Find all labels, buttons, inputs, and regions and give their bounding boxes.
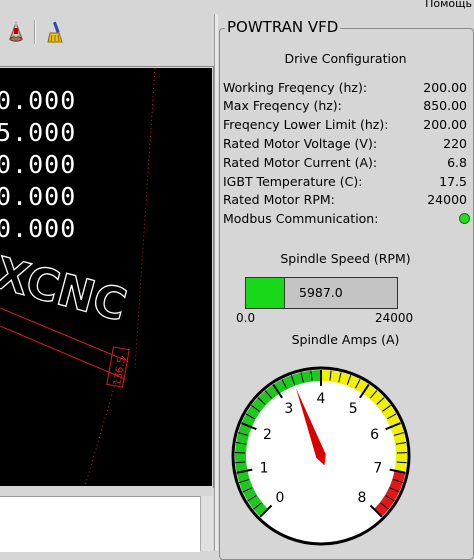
config-row-label: Working Freqency (hz): bbox=[223, 80, 367, 95]
toolbar-separator bbox=[34, 20, 36, 44]
gauge-tick-label: 8 bbox=[358, 490, 367, 506]
gauge-tick-label: 7 bbox=[373, 460, 382, 476]
panel-divider[interactable] bbox=[214, 14, 218, 551]
cone-view-icon[interactable] bbox=[2, 18, 30, 46]
config-row-label: Rated Motor RPM: bbox=[223, 192, 335, 207]
gauge-tick-label: 1 bbox=[260, 460, 269, 476]
config-row-label: Rated Motor Voltage (V): bbox=[223, 136, 377, 151]
spindle-speed-value: 5987.0 bbox=[299, 285, 343, 300]
config-row-label: Max Freqency (hz): bbox=[223, 98, 342, 113]
dimension-label: 136.5 bbox=[112, 356, 128, 386]
config-row-value: 220 bbox=[443, 136, 467, 151]
config-row-value: 6.8 bbox=[447, 155, 467, 170]
config-row-label: IGBT Temperature (C): bbox=[223, 174, 362, 189]
toolbar bbox=[0, 14, 213, 50]
gauge-tick-label: 6 bbox=[370, 427, 379, 443]
gauge-tick-label: 5 bbox=[349, 401, 358, 417]
spindle-speed-title: Spindle Speed (RPM) bbox=[219, 251, 472, 266]
config-row-label: Freqency Lower Limit (hz): bbox=[223, 117, 388, 132]
text-area[interactable] bbox=[0, 496, 200, 552]
spindle-speed-bar: 5987.0 bbox=[245, 277, 398, 309]
drive-config-title: Drive Configuration bbox=[219, 51, 472, 66]
modbus-label: Modbus Communication: bbox=[223, 211, 378, 226]
clear-plot-icon[interactable] bbox=[42, 18, 70, 46]
config-row-label: Rated Motor Current (A): bbox=[223, 155, 377, 170]
spindle-amps-title: Spindle Amps (A) bbox=[219, 332, 472, 347]
menu-help[interactable]: Помощь bbox=[425, 0, 472, 10]
gauge-tick-label: 4 bbox=[317, 391, 326, 407]
config-row-value: 200.00 bbox=[423, 80, 467, 95]
gauge-tick-label: 0 bbox=[276, 490, 285, 506]
toolpath-preview[interactable]: 0.000 5.000 0.000 0.000 0.000 136.5 XCNC bbox=[0, 68, 212, 486]
config-row-value: 24000 bbox=[427, 192, 467, 207]
config-row-value: 200.00 bbox=[423, 117, 467, 132]
logo-outline-text: XCNC bbox=[0, 248, 132, 332]
config-row-value: 17.5 bbox=[439, 174, 467, 189]
spindle-amps-gauge: 01 23 4 56 78 bbox=[229, 364, 413, 548]
spindle-speed-max: 24000 bbox=[375, 311, 413, 325]
menu-bar bbox=[0, 0, 474, 14]
pane-splitter[interactable] bbox=[0, 486, 213, 496]
modbus-status-led bbox=[459, 213, 470, 224]
gauge-tick-label: 3 bbox=[284, 401, 293, 417]
spindle-speed-min: 0.0 bbox=[236, 311, 255, 325]
toolpath-drawing: 136.5 XCNC bbox=[0, 68, 212, 486]
vfd-title: POWTRAN VFD bbox=[225, 18, 340, 36]
gauge-tick-label: 2 bbox=[263, 427, 272, 443]
spindle-speed-fill bbox=[246, 278, 285, 308]
scrollbar[interactable] bbox=[200, 496, 213, 551]
config-row-value: 850.00 bbox=[423, 98, 467, 113]
